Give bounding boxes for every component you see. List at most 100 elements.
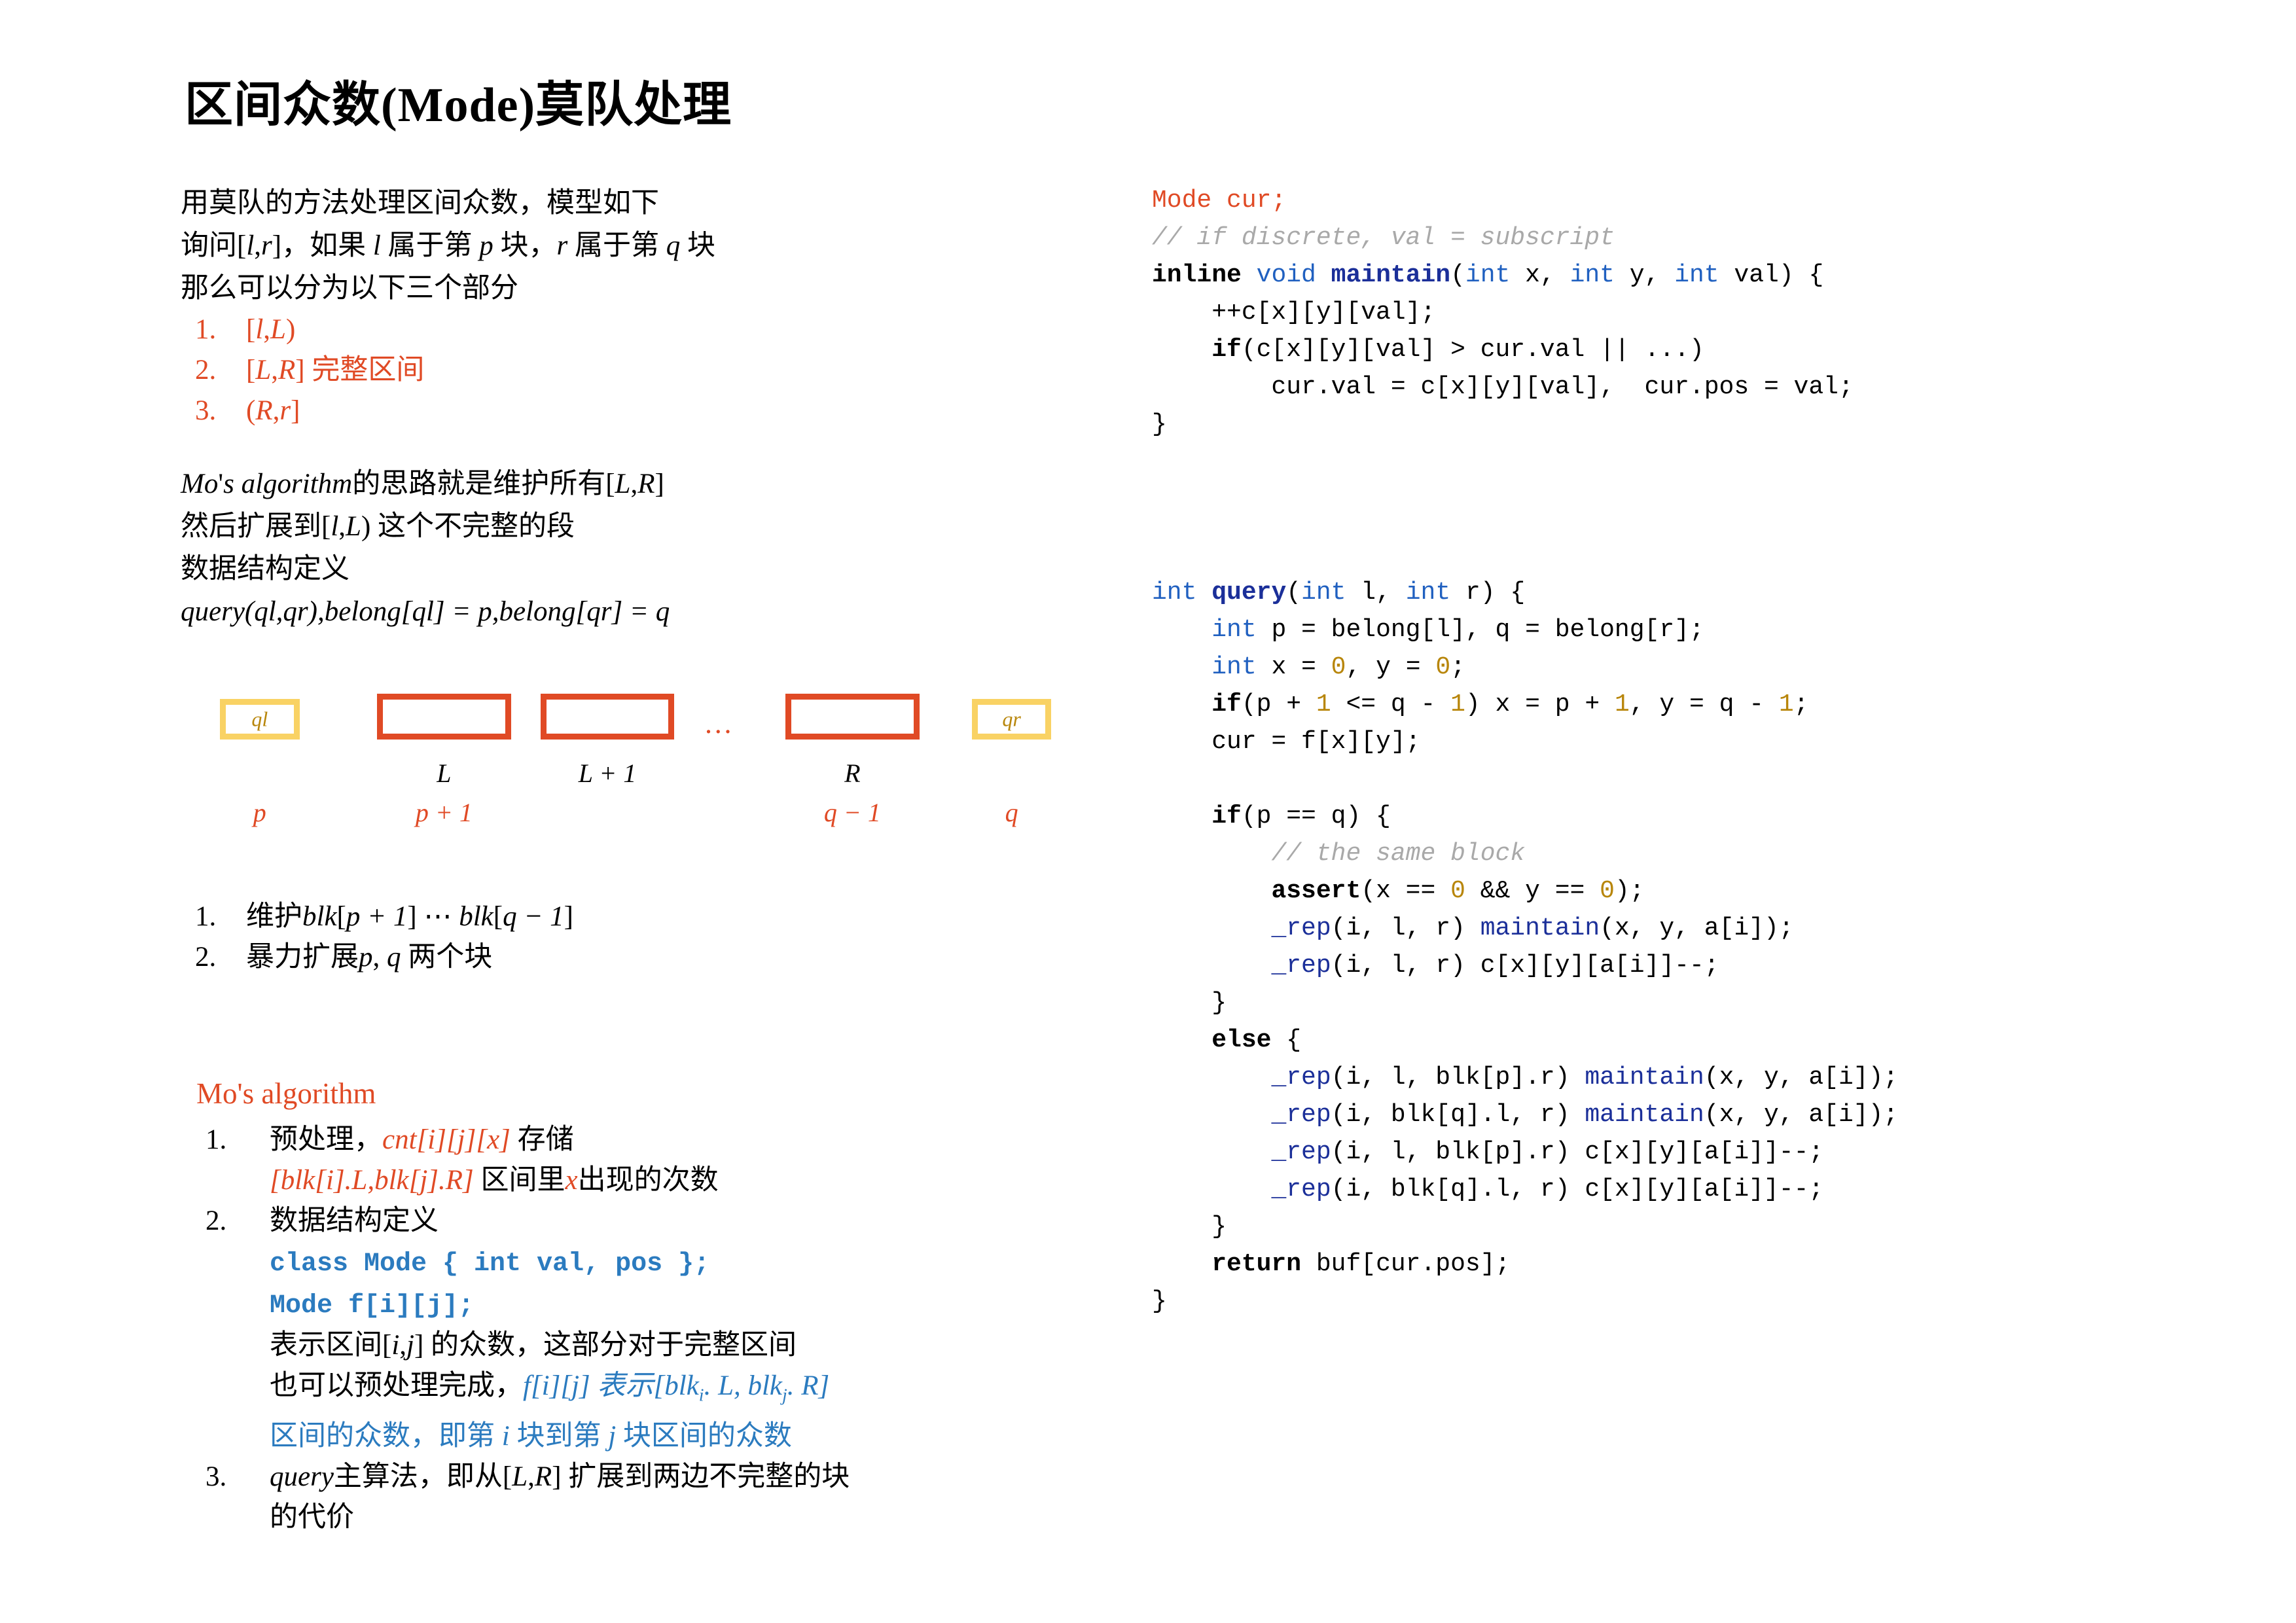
- code-token: (: [1286, 579, 1302, 607]
- code-token: cur = f[x][y];: [1152, 728, 1421, 756]
- code-token: query: [1211, 579, 1287, 607]
- right-column: Mode cur; // if discrete, val = subscrip…: [1152, 157, 2212, 1345]
- diagram-block-full: [377, 694, 511, 740]
- code-block-maintain: Mode cur; // if discrete, val = subscrip…: [1152, 182, 2212, 443]
- code-token: (c[x][y][val] > cur.val || ...): [1241, 336, 1704, 364]
- diagram-bottom-label: p: [253, 798, 266, 827]
- list-item: 2. 数据结构定义 class Mode { int val, pos }; Mode…: [196, 1201, 1021, 1457]
- code-token: 1: [1450, 690, 1465, 719]
- list-text: 的代价: [270, 1501, 354, 1533]
- code-token: }: [1152, 1287, 1167, 1315]
- code-token: <= q -: [1331, 690, 1451, 719]
- block-diagram: ql qr … L L + 1 Rp p + 1 q − 1 q: [181, 681, 1052, 877]
- code-token: int: [1570, 261, 1615, 289]
- code-token: int: [1405, 579, 1451, 607]
- diagram-block-partial: ql: [220, 699, 300, 740]
- parts-list: 1. [l,L) 2. [L,R] 完整区间 3. (R,r]: [181, 310, 999, 431]
- diagram-block-full: [785, 694, 920, 740]
- steps-section: 1. 维护blk[p + 1] ⋯ blk[q − 1] 2. 暴力扩展p, q 两个…: [181, 897, 999, 978]
- code-token: }: [1152, 410, 1167, 438]
- code-token: maintain: [1585, 1063, 1704, 1092]
- code-token: _rep: [1271, 914, 1331, 942]
- list-text: 数据结构定义: [270, 1205, 439, 1236]
- diagram-block-label: qr: [1002, 707, 1021, 731]
- code-token: );: [1614, 877, 1645, 905]
- code-token: ++c[x][y][val];: [1152, 298, 1436, 327]
- list-marker: 2.: [206, 1205, 227, 1236]
- code-token: x =: [1256, 653, 1331, 681]
- list-marker: 3.: [206, 1461, 227, 1492]
- code-token: assert: [1271, 877, 1361, 905]
- code-token: , y =: [1346, 653, 1436, 681]
- code-token: (x, y, a[i]);: [1704, 1063, 1899, 1092]
- code-block-query: int query(int l, int r) { int p = belong…: [1152, 574, 2212, 1320]
- code-token: if: [1211, 690, 1242, 719]
- code-token: 1: [1614, 690, 1630, 719]
- list-marker: 2.: [195, 355, 217, 385]
- code-token: inline: [1152, 261, 1242, 289]
- list-item: 1. 预处理，cnt[i][j][x] 存储 [blk[i].L,blk[j].R]…: [196, 1120, 1021, 1201]
- diagram-top-label: L: [437, 758, 452, 788]
- code-token: ;: [1450, 653, 1465, 681]
- list-marker: 1.: [206, 1124, 227, 1155]
- code-token: }: [1152, 989, 1227, 1017]
- code-token: }: [1152, 1213, 1227, 1241]
- diagram-bottom-label: q − 1: [823, 798, 881, 827]
- code-token: (i, blk[q].l, r) c[x][y][a[i]]--;: [1331, 1175, 1824, 1204]
- list-text: [L,R] 完整区间: [246, 355, 425, 385]
- list-text: 也可以预处理完成，f[i][j] 表示[blki. L, blkj. R]: [270, 1370, 830, 1406]
- query-formula: query(ql,qr),belong[ql] = p,belong[qr] =…: [181, 596, 670, 627]
- text-line: 询问[l,r]，如果 l 属于第 p 块，r 属于第 q 块: [181, 230, 716, 261]
- list-text: query主算法，即从[L,R] 扩展到两边不完整的块: [270, 1461, 850, 1492]
- list-marker: 1.: [195, 314, 217, 345]
- list-item: 1. [l,L): [181, 310, 999, 350]
- list-marker: 3.: [195, 395, 217, 426]
- code-token: return: [1211, 1250, 1302, 1278]
- list-item: 2. 暴力扩展p, q 两个块: [181, 937, 999, 978]
- page-title: 区间众数(Mode)莫队处理: [185, 79, 732, 132]
- code-token: p = belong[l], q = belong[r];: [1256, 616, 1704, 644]
- code-token: maintain: [1585, 1101, 1704, 1129]
- text-line: 那么可以分为以下三个部分: [181, 273, 518, 304]
- code-token: (p +: [1241, 690, 1316, 719]
- mo-algorithm-section: Mo's algorithm 1. 预处理，cnt[i][j][x] 存储 [blk…: [196, 1077, 1021, 1538]
- code-token: int: [1211, 616, 1257, 644]
- code-token: _rep: [1271, 1175, 1331, 1204]
- list-text: [blk[i].L,blk[j].R] 区间里x出现的次数: [270, 1165, 719, 1196]
- code-token: 0: [1450, 877, 1465, 905]
- code-token: 1: [1316, 690, 1331, 719]
- code-token: (x, y, a[i]);: [1704, 1101, 1899, 1129]
- idea-paragraph: Mo's algorithm的思路就是维护所有[L,R] 然后扩展到[l,L) 这…: [181, 463, 999, 590]
- list-item: 1. 维护blk[p + 1] ⋯ blk[q − 1]: [181, 897, 999, 937]
- code-token: if: [1211, 802, 1242, 830]
- text-line: 用莫队的方法处理区间众数，模型如下: [181, 188, 659, 219]
- code-token: 1: [1778, 690, 1794, 719]
- code-token: val) {: [1719, 261, 1824, 289]
- code-token: // the same block: [1271, 840, 1526, 868]
- code-token: y,: [1614, 261, 1675, 289]
- list-text: [l,L): [246, 314, 296, 345]
- code-token: void: [1256, 261, 1316, 289]
- code-token: (x, y, a[i]);: [1600, 914, 1794, 942]
- diagram-top-label: R: [844, 758, 861, 788]
- code-token: ;: [1793, 690, 1809, 719]
- code-token: buf[cur.pos];: [1301, 1250, 1511, 1278]
- code-token: (i, l, r): [1331, 914, 1480, 942]
- code-token: Mode cur;: [1152, 187, 1287, 215]
- text-line: 数据结构定义: [181, 554, 350, 584]
- text-line: Mo's algorithm的思路就是维护所有[L,R]: [181, 469, 664, 499]
